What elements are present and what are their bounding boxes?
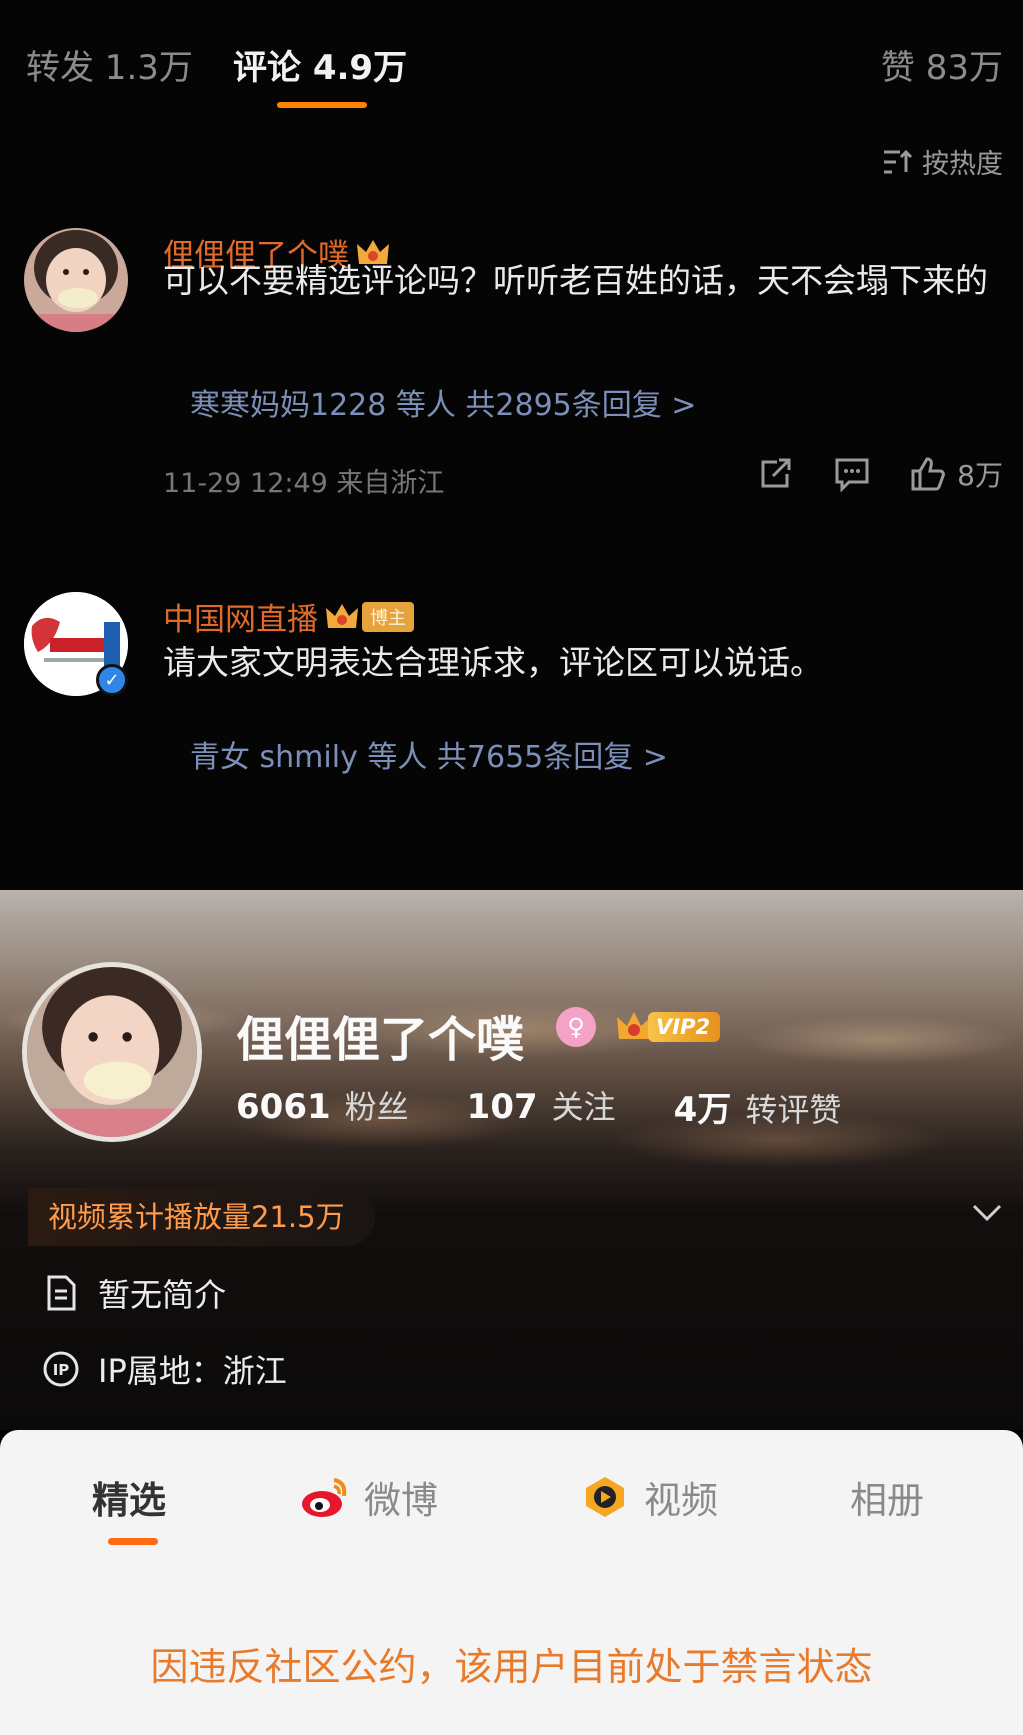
ban-notice: 因违反社区公约，该用户目前处于禁言状态 xyxy=(150,1645,873,1689)
tab-video[interactable]: 视频 xyxy=(578,1470,718,1524)
tab-album[interactable]: 相册 xyxy=(850,1470,924,1524)
ip-location: IP属地：浙江 xyxy=(98,1352,287,1390)
avatar[interactable] xyxy=(24,228,128,332)
svg-text:IP: IP xyxy=(53,1361,70,1379)
document-icon xyxy=(47,1275,76,1311)
thumbs-up-icon xyxy=(911,457,946,491)
video-plays-pill[interactable]: 视频累计播放量21.5万 xyxy=(28,1188,375,1246)
ip-icon: IP xyxy=(43,1351,79,1387)
replies-link[interactable]: 寒寒妈妈1228 等人 共2895条回复 > xyxy=(190,380,696,424)
interactions-label: 转评赞 xyxy=(745,1091,842,1129)
profile-name: 俚俚俚了个噗 xyxy=(236,1012,525,1068)
host-badge: 博主 xyxy=(362,601,414,632)
tab-weibo-label: 微博 xyxy=(364,1479,438,1522)
profile-tabs-panel: 精选 微博 视频 相册 因违反社区公约，该用户目前处于禁言状态 xyxy=(0,1430,1023,1735)
tab-repost[interactable]: 转发 1.3万 xyxy=(26,40,193,89)
followers-stat[interactable]: 6061 粉丝 xyxy=(236,1082,409,1131)
comment-actions: 8万 xyxy=(757,454,1003,494)
tab-weibo[interactable]: 微博 xyxy=(298,1470,438,1524)
video-icon xyxy=(586,1477,624,1517)
profile-avatar[interactable] xyxy=(22,962,202,1142)
sort-by-hot-button[interactable]: 按热度 xyxy=(882,142,1003,181)
tab-likes[interactable]: 赞 83万 xyxy=(881,40,1003,89)
profile-header: 俚俚俚了个噗 ♀ VIP2 6061 粉丝 107 关注 4万 转评赞 视频累计播放量… xyxy=(0,890,1023,1430)
interactions-count: 4万 xyxy=(673,1090,732,1130)
bio-text: 暂无简介 xyxy=(98,1276,227,1314)
active-tab-indicator xyxy=(277,102,367,108)
comment-text: 可以不要精选评论吗？听听老百姓的话，天不会塌下来的 xyxy=(163,261,988,300)
tab-album-label: 相册 xyxy=(850,1479,924,1522)
vip-badge[interactable]: VIP2 xyxy=(614,1006,721,1048)
like-button[interactable]: 8万 xyxy=(909,454,1003,494)
crown-icon xyxy=(326,603,358,628)
tab-featured[interactable]: 精选 xyxy=(92,1470,166,1524)
replies-link[interactable]: 青女 shmily 等人 共7655条回复 > xyxy=(190,732,668,776)
share-icon[interactable] xyxy=(757,456,795,492)
active-tab-indicator xyxy=(108,1538,158,1545)
comment-text: 请大家文明表达合理诉求，评论区可以说话。 xyxy=(163,643,823,682)
following-count: 107 xyxy=(466,1087,538,1127)
following-label: 关注 xyxy=(551,1088,616,1126)
profile-stats: 6061 粉丝 107 关注 4万 转评赞 xyxy=(236,1082,841,1131)
bio-row: 暂无简介 xyxy=(42,1270,226,1316)
followers-label: 粉丝 xyxy=(344,1088,409,1126)
tab-comments[interactable]: 评论 4.9万 xyxy=(233,40,407,89)
sort-label: 按热度 xyxy=(922,149,1003,180)
comment-username[interactable]: 中国网直播 博主 xyxy=(163,594,414,639)
post-tabs: 转发 1.3万 评论 4.9万 赞 83万 xyxy=(26,40,1003,90)
vip-level: VIP2 xyxy=(648,1012,721,1042)
reply-icon[interactable] xyxy=(833,456,871,492)
weibo-icon xyxy=(302,1478,347,1517)
following-stat[interactable]: 107 关注 xyxy=(467,1082,616,1131)
comment-meta: 11-29 12:49 来自浙江 xyxy=(163,468,445,499)
tab-featured-label: 精选 xyxy=(92,1479,166,1522)
interactions-stat[interactable]: 4万 转评赞 xyxy=(674,1082,842,1131)
tab-video-label: 视频 xyxy=(644,1479,718,1522)
chevron-down-icon[interactable] xyxy=(969,1194,1005,1230)
like-count: 8万 xyxy=(957,459,1003,492)
followers-count: 6061 xyxy=(236,1087,331,1127)
sort-icon xyxy=(884,149,913,173)
comments-panel: 转发 1.3万 评论 4.9万 赞 83万 按热度 俚俚俚了个噗 可以不要精选评… xyxy=(0,0,1023,890)
female-icon: ♀ xyxy=(556,1007,596,1047)
verified-icon: ✓ xyxy=(96,664,128,696)
ip-row: IP IP属地：浙江 xyxy=(42,1346,287,1392)
